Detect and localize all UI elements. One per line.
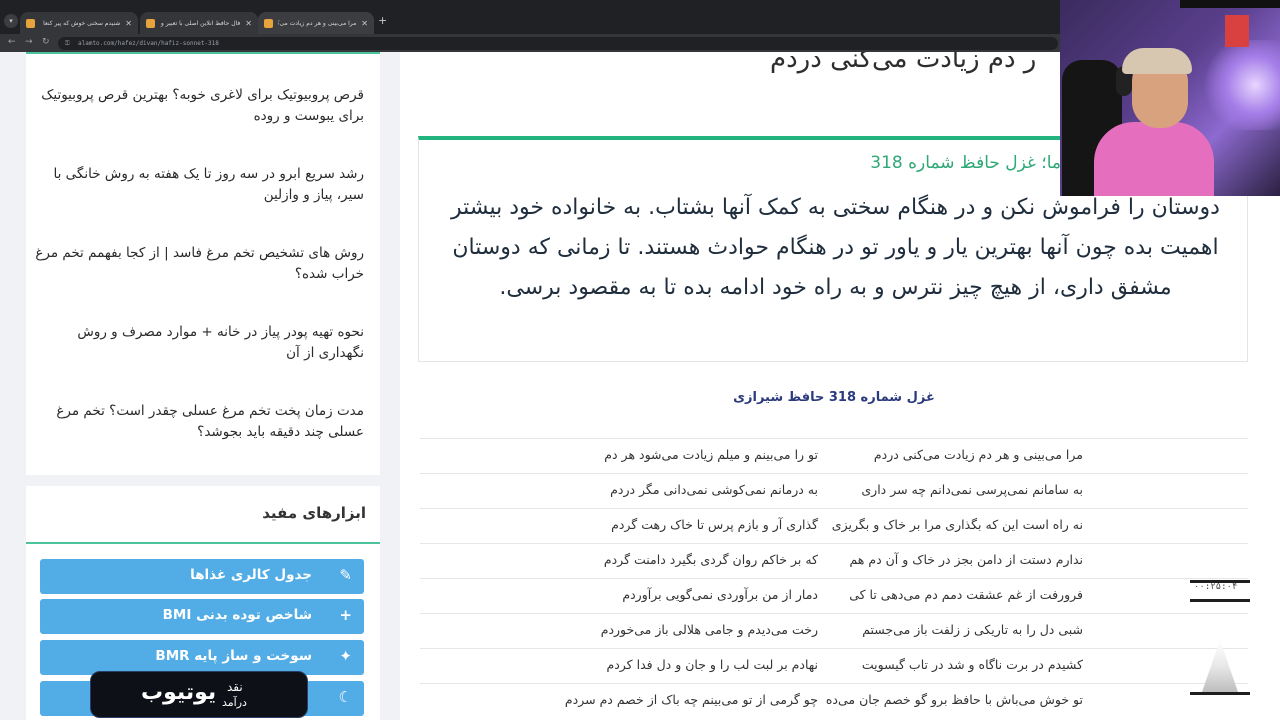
plus-icon[interactable]: + <box>378 14 387 27</box>
url-input[interactable]: ⚿ alamto.com/hafez/divan/hafiz-sonnet-31… <box>58 37 1058 50</box>
verse-row: تو خوش می‌باش با حافظ برو گو خصم جان می‌… <box>420 683 1248 718</box>
browser-tab[interactable]: شنیدم سخنی خوش که پیر کنعا ✕ <box>20 12 138 34</box>
calorie-table-button[interactable]: ✎ جدول کالری غذاها <box>40 559 364 594</box>
article-link[interactable]: نحوه تهیه پودر پیاز در خانه + موارد مصرف… <box>34 322 364 364</box>
sparkle-icon: ✦ <box>339 647 352 665</box>
favicon-icon <box>26 18 35 28</box>
verse-second-hemistich: گذاری آر و بازم پرس تا خاک رهت گردم <box>611 517 818 532</box>
verse-row: شبی دل را به تاریکی ز زلفت باز می‌جستم ر… <box>420 613 1248 648</box>
back-icon[interactable]: ← <box>8 37 16 47</box>
verse-row: کشیدم در برت ناگاه و شد در تاب گیسویت نه… <box>420 648 1248 683</box>
verse-second-hemistich: رخت می‌دیدم و جامی هلالی باز می‌خوردم <box>600 622 818 637</box>
verse-second-hemistich: که بر خاکم روان گردی بگیرد دامنت گردم <box>603 552 818 567</box>
verse-second-hemistich: چو گرمی از تو می‌بینم چه باک از خصم دم س… <box>564 692 818 707</box>
brand-bottom: درآمد <box>222 696 247 709</box>
channel-logo: یوتیوب نقد درآمد <box>90 671 308 718</box>
tab-title: مرا می‌بینی و هر دم زیادت می‌ک <box>278 19 357 27</box>
bmr-button[interactable]: ✦ سوخت و ساز پایه BMR <box>40 640 364 675</box>
verse-first-hemistich: ندارم دستت از دامن بجز در خاک و آن دم هم <box>849 552 1083 567</box>
tab-title: شنیدم سخنی خوش که پیر کنعا <box>43 19 121 27</box>
verse-first-hemistich: به سامانم نمی‌پرسی نمی‌دانم چه سر داری <box>861 482 1083 497</box>
verse-first-hemistich: شبی دل را به تاریکی ز زلفت باز می‌جستم <box>862 622 1083 637</box>
close-icon[interactable]: ✕ <box>125 19 132 28</box>
verse-row: نه راه است این که بگذاری مرا بر خاک و بگ… <box>420 508 1248 543</box>
bmi-button[interactable]: + شاخص توده بدنی BMI <box>40 599 364 634</box>
verse-row: فرورفت از غم عشقت دمم دم می‌دهی تا کی دم… <box>420 578 1248 613</box>
verse-second-hemistich: تو را می‌بینم و میلم زیادت می‌شود هر دم <box>604 447 818 462</box>
url-text: alamto.com/hafez/divan/hafiz-sonnet-318 <box>78 40 219 47</box>
moon-icon: ☾ <box>338 688 352 706</box>
related-articles: قرص پروبیوتیک برای لاغری خوبه؟ بهترین قر… <box>26 52 380 475</box>
timer-text: ۰۰:۲۵:۰۴ <box>1194 582 1238 592</box>
browser-tab[interactable]: فال حافظ آنلاین اصلی با تعبیر و ✕ <box>140 12 258 34</box>
chevron-down-icon[interactable]: ▾ <box>4 14 18 28</box>
plus-icon: + <box>339 606 352 624</box>
reload-icon[interactable]: ↻ <box>42 37 50 47</box>
lamp-glow <box>1200 40 1280 130</box>
article-link[interactable]: قرص پروبیوتیک برای لاغری خوبه؟ بهترین قر… <box>34 85 364 127</box>
close-icon[interactable]: ✕ <box>245 19 252 28</box>
close-icon[interactable]: ✕ <box>361 19 368 28</box>
article-link[interactable]: رشد سریع ابرو در سه روز تا یک هفته به رو… <box>34 164 364 206</box>
pencil-icon: ✎ <box>339 566 352 584</box>
verse-second-hemistich: دمار از من برآوردی نمی‌گویی برآوردم <box>622 587 818 602</box>
favicon-icon <box>146 18 155 28</box>
tools-title: ابزارهای مفید <box>262 504 366 522</box>
ghazal-title: غزل شماره 318 حافظ شیرازی <box>733 390 935 405</box>
verses-table: مرا می‌بینی و هر دم زیادت می‌کنی دردم تو… <box>420 438 1248 718</box>
page-title: ر دم زیادت می‌کنی دردم <box>770 52 1037 74</box>
hourglass-cap <box>1190 599 1250 602</box>
verse-row: به سامانم نمی‌پرسی نمی‌دانم چه سر داری ب… <box>420 473 1248 508</box>
tool-label: شاخص توده بدنی BMI <box>162 607 312 623</box>
hourglass-timer: ۰۰:۲۵:۰۴ <box>1190 580 1250 700</box>
wall-poster <box>1225 15 1249 47</box>
verse-second-hemistich: به درمانم نمی‌کوشی نمی‌دانی مگر دردم <box>610 482 818 497</box>
article-link[interactable]: مدت زمان پخت تخم مرغ عسلی چقدر است؟ تخم … <box>34 401 364 443</box>
verse-first-hemistich: تو خوش می‌باش با حافظ برو گو خصم جان می‌… <box>825 692 1083 707</box>
verse-first-hemistich: کشیدم در برت ناگاه و شد در تاب گیسویت <box>861 657 1083 672</box>
tool-label: سوخت و ساز پایه BMR <box>155 648 312 664</box>
tool-label: جدول کالری غذاها <box>190 567 312 583</box>
site-info-icon[interactable]: ⚿ <box>65 37 70 50</box>
verse-row: مرا می‌بینی و هر دم زیادت می‌کنی دردم تو… <box>420 438 1248 473</box>
favicon-icon <box>264 18 273 28</box>
verse-second-hemistich: نهادم بر لبت لب را و جان و دل فدا کردم <box>606 657 818 672</box>
article-link[interactable]: روش های تشخیص تخم مرغ فاسد | از کجا بفهم… <box>34 243 364 285</box>
person-shirt <box>1094 122 1214 196</box>
browser-tab-active[interactable]: مرا می‌بینی و هر دم زیادت می‌ک ✕ <box>258 12 374 34</box>
verse-first-hemistich: فرورفت از غم عشقت دمم دم می‌دهی تا کی <box>849 587 1083 602</box>
forward-icon[interactable]: → <box>25 37 33 47</box>
shelf <box>1180 0 1280 8</box>
brand-main: یوتیوب <box>141 680 217 705</box>
person-cap <box>1122 48 1192 74</box>
verse-first-hemistich: نه راه است این که بگذاری مرا بر خاک و بگ… <box>831 517 1083 532</box>
tab-title: فال حافظ آنلاین اصلی با تعبیر و <box>160 19 241 27</box>
hourglass-base <box>1190 692 1250 695</box>
hourglass-sand <box>1202 640 1238 692</box>
brand-top: نقد <box>227 680 243 694</box>
divider <box>26 542 380 544</box>
verse-row: ندارم دستت از دامن بجز در خاک و آن دم هم… <box>420 543 1248 578</box>
verse-first-hemistich: مرا می‌بینی و هر دم زیادت می‌کنی دردم <box>873 447 1083 462</box>
interpretation-title: ما؛ غزل حافظ شماره 318 <box>870 153 1061 173</box>
interpretation-text: دوستان را فراموش نکن و در هنگام سختی به … <box>451 195 1220 300</box>
webcam-overlay <box>1060 0 1280 196</box>
